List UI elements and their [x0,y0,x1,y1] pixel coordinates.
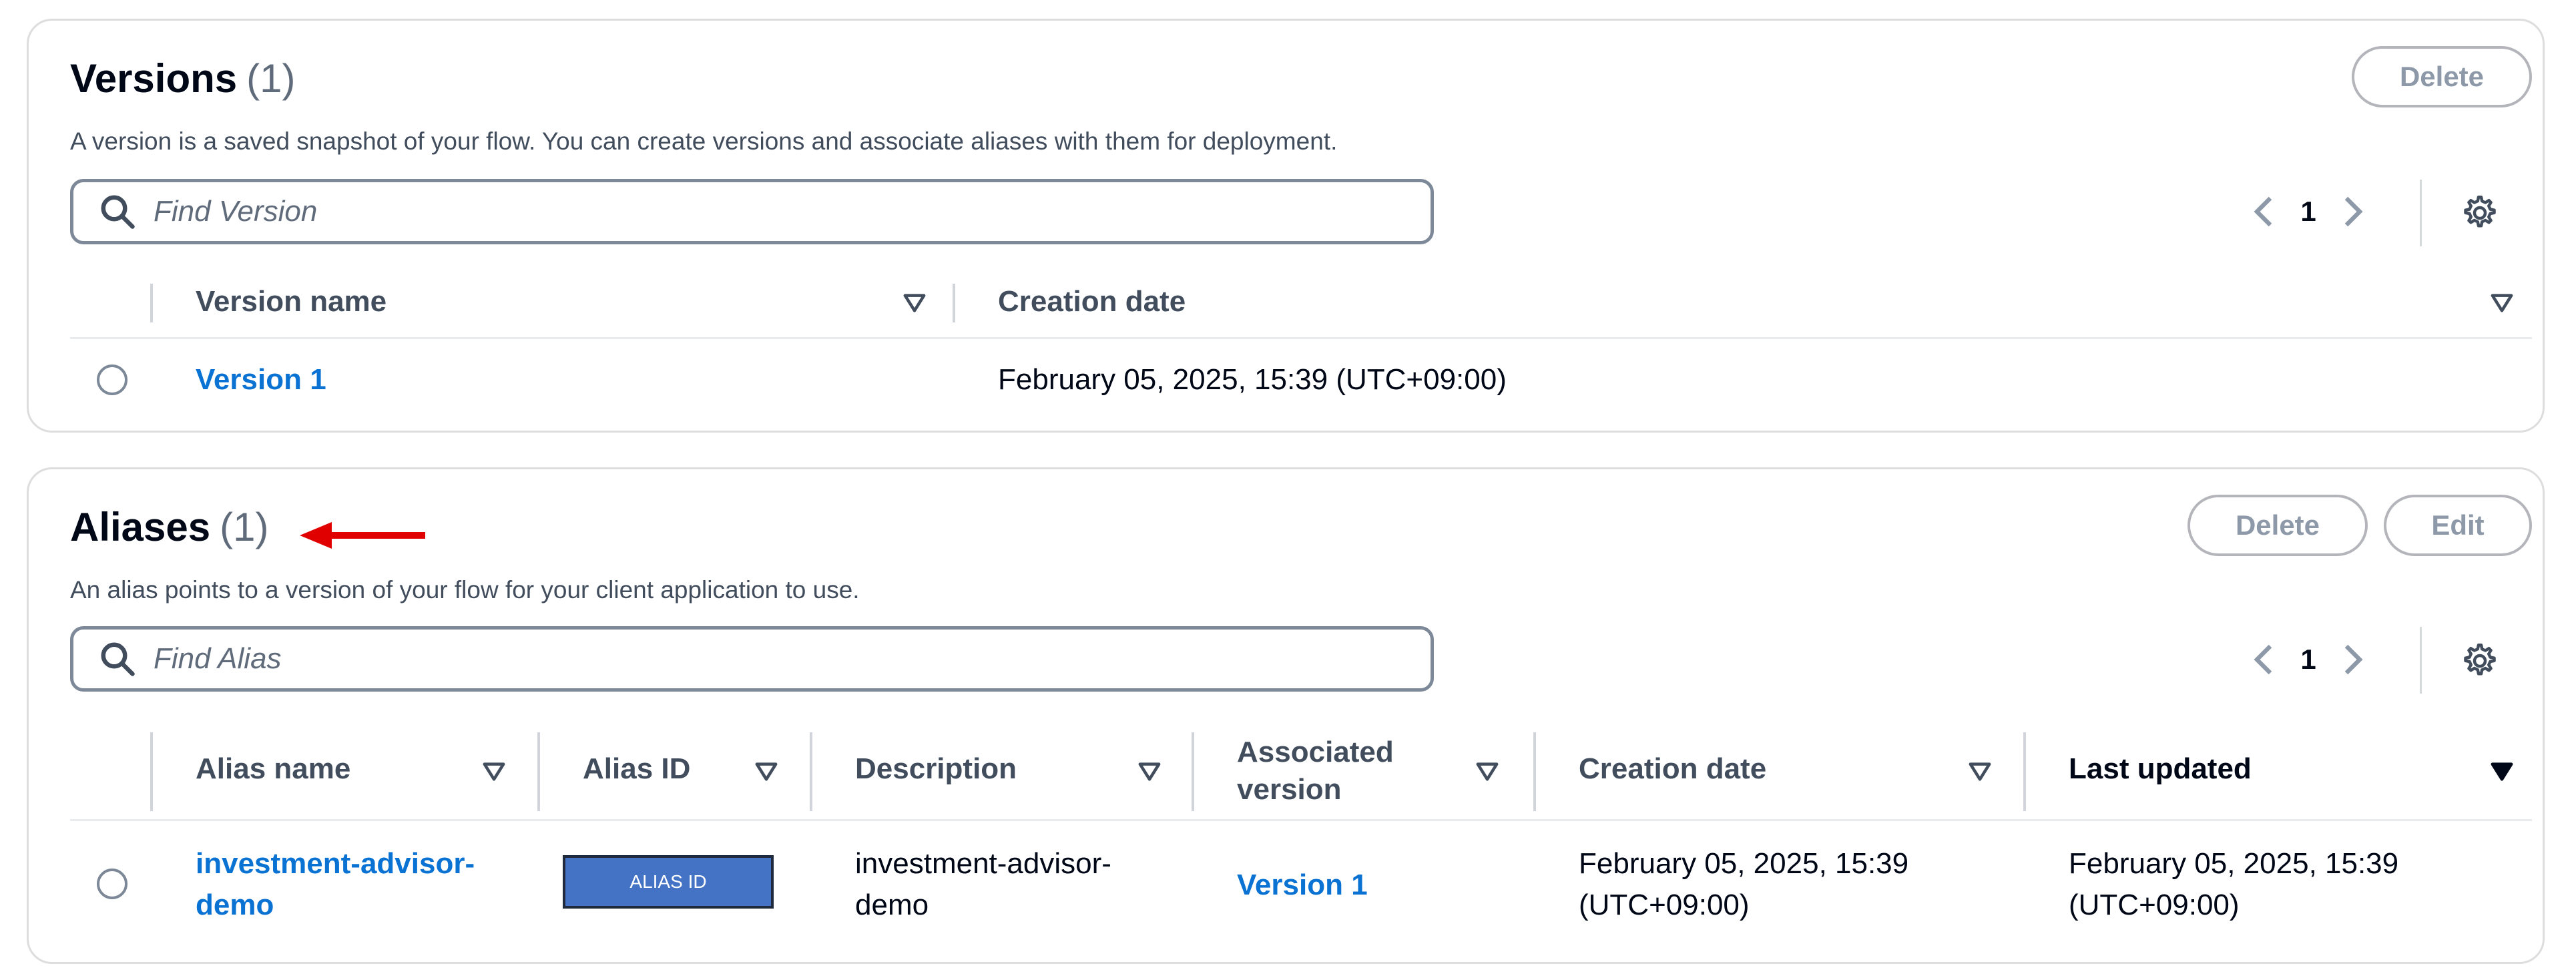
aliases-delete-button[interactable]: Delete [2187,495,2368,556]
versions-count: (1) [246,56,296,101]
alias-description-line-1: investment-advisor- [855,847,1111,880]
column-divider [1192,732,1194,811]
column-divider [1533,732,1536,811]
sort-icon[interactable] [2491,293,2513,313]
versions-panel: Versions (1) Delete A version is a saved … [27,19,2545,433]
aliases-title-text: Aliases [70,505,211,549]
alias-description: investment-advisor- demo [855,843,1111,926]
column-divider [953,284,955,322]
column-divider [810,732,812,811]
column-header-alias-name[interactable]: Alias name [196,752,350,786]
column-divider [150,284,153,322]
versions-pagination: 1 [2252,193,2365,230]
versions-page-number[interactable]: 1 [2278,196,2338,228]
alias-creation-date: February 05, 2025, 15:39 (UTC+09:00) [1579,843,1908,926]
column-header-associated-line-2: version [1237,773,1342,806]
versions-delete-button[interactable]: Delete [2352,46,2532,107]
column-header-last-updated[interactable]: Last updated [2069,752,2252,786]
sort-icon[interactable] [1138,762,1161,782]
column-header-creation-date[interactable]: Creation date [998,285,1186,318]
alias-last-updated-line-2: (UTC+09:00) [2069,889,2240,921]
alias-description-line-2: demo [855,889,929,921]
column-divider [537,732,540,811]
aliases-description: An alias points to a version of your flo… [70,576,860,603]
aliases-title: Aliases (1) [70,504,269,550]
versions-search-input[interactable]: Find Version [70,179,1434,244]
header-divider [70,819,2532,821]
aliases-search-placeholder: Find Alias [154,642,282,675]
aliases-pagination: 1 [2252,641,2365,678]
annotation-arrow-icon [300,522,425,549]
sort-icon[interactable] [483,762,505,782]
version-creation-date: February 05, 2025, 15:39 (UTC+09:00) [998,363,1507,396]
search-icon [101,195,135,229]
aliases-page-number[interactable]: 1 [2278,644,2338,676]
aliases-edit-button[interactable]: Edit [2384,495,2532,556]
search-icon [101,642,135,676]
sort-icon[interactable] [1969,762,1991,782]
versions-search-placeholder: Find Version [154,195,318,228]
alias-creation-date-line-1: February 05, 2025, 15:39 [1579,847,1909,880]
pagination-divider [2420,627,2422,694]
alias-row-radio[interactable] [97,869,127,899]
column-header-alias-id[interactable]: Alias ID [583,752,690,786]
sort-icon[interactable] [1476,762,1499,782]
column-header-associated-line-1: Associated [1237,736,1394,768]
header-divider [70,337,2532,339]
alias-last-updated-line-1: February 05, 2025, 15:39 [2069,847,2399,880]
column-header-description[interactable]: Description [855,752,1017,786]
gear-icon[interactable] [2459,193,2499,233]
sort-icon[interactable] [903,293,926,313]
column-divider [150,732,153,811]
versions-title-text: Versions [70,56,238,101]
sort-descending-icon[interactable] [2491,762,2513,782]
column-header-associated-version[interactable]: Associated version [1237,734,1394,808]
sort-icon[interactable] [755,762,778,782]
aliases-panel: Aliases (1) Delete Edit An alias points t… [27,467,2545,964]
column-header-version-name[interactable]: Version name [196,285,387,318]
chevron-right-icon[interactable] [2338,641,2365,678]
column-divider [2023,732,2026,811]
versions-description: A version is a saved snapshot of your fl… [70,128,1338,155]
alias-name-line-2: demo [196,889,274,921]
pagination-divider [2420,180,2422,246]
associated-version-link[interactable]: Version 1 [1237,865,1368,906]
page: Versions (1) Delete A version is a saved … [0,0,2576,976]
versions-title: Versions (1) [70,55,295,101]
alias-creation-date-line-2: (UTC+09:00) [1579,889,1750,921]
column-header-creation-date[interactable]: Creation date [1579,752,1766,786]
version-row-radio[interactable] [97,364,127,395]
aliases-search-input[interactable]: Find Alias [70,626,1434,692]
version-name-link[interactable]: Version 1 [196,359,326,401]
alias-name-line-1: investment-advisor- [196,847,475,880]
gear-icon[interactable] [2459,641,2499,681]
aliases-count: (1) [220,505,269,549]
alias-name-link[interactable]: investment-advisor- demo [196,843,475,926]
chevron-left-icon[interactable] [2252,193,2278,230]
alias-id-redaction-box: ALIAS ID [563,855,774,909]
alias-last-updated: February 05, 2025, 15:39 (UTC+09:00) [2069,843,2398,926]
chevron-left-icon[interactable] [2252,641,2278,678]
chevron-right-icon[interactable] [2338,193,2365,230]
